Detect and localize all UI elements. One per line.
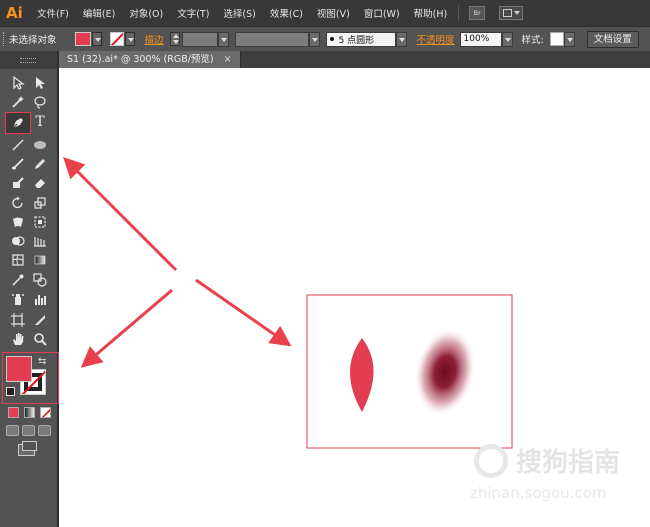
column-graph-tool-icon[interactable] (30, 290, 50, 308)
eraser-tool-icon[interactable] (30, 174, 50, 192)
menu-help[interactable]: 帮助(H) (407, 6, 455, 20)
stroke-weight-dropdown[interactable] (217, 31, 229, 47)
brush-definition-field[interactable]: 5 点圆形 (325, 31, 396, 47)
paintbrush-tool-icon[interactable] (8, 155, 28, 173)
toolbox-grip[interactable] (0, 51, 57, 69)
chevron-down-icon (514, 11, 521, 15)
hand-tool-icon[interactable] (8, 330, 28, 348)
document-setup-button[interactable]: 文档设置 (586, 30, 639, 48)
style-label: 样式: (521, 35, 544, 46)
draw-behind-icon[interactable] (22, 425, 35, 436)
app-logo: Ai (6, 4, 23, 22)
graphic-style-dropdown[interactable] (563, 31, 575, 47)
document-tab-title: S1 (32).ai* @ 300% (RGB/预览) (67, 54, 214, 65)
slice-tool-icon[interactable] (30, 311, 50, 329)
watermark-logo-icon (474, 444, 508, 478)
default-fill-stroke-icon[interactable] (6, 387, 15, 396)
blend-tool-icon[interactable] (30, 271, 50, 289)
fill-color-box[interactable] (6, 356, 32, 382)
shape-builder-tool-icon[interactable] (8, 232, 28, 250)
mesh-tool-icon[interactable] (8, 251, 28, 269)
zoom-tool-icon[interactable] (30, 330, 50, 348)
pen-tool-icon[interactable] (5, 112, 31, 134)
none-mode-icon[interactable] (40, 407, 51, 418)
brush-dropdown[interactable] (395, 31, 407, 47)
perspective-grid-tool-icon[interactable] (30, 232, 50, 250)
artboard-tool-icon[interactable] (8, 311, 28, 329)
eyedropper-tool-icon[interactable] (8, 271, 28, 289)
menubar: Ai 文件(F) 编辑(E) 对象(O) 文字(T) 选择(S) 效果(C) 视… (0, 0, 650, 26)
menu-file[interactable]: 文件(F) (30, 6, 76, 20)
blob-brush-tool-icon[interactable] (8, 174, 28, 192)
draw-normal-icon[interactable] (6, 425, 19, 436)
control-bar: 未选择对象 描边 5 点圆形 不透明度 100% 样式: 文档设置 (0, 26, 650, 51)
stroke-swatch[interactable] (109, 32, 124, 46)
fill-dropdown[interactable] (91, 32, 102, 46)
brush-value: 5 点圆形 (338, 35, 375, 46)
stroke-dropdown[interactable] (124, 32, 135, 46)
screen-mode-icon[interactable] (18, 441, 37, 456)
stroke-weight-stepper[interactable] (169, 32, 180, 46)
menu-view[interactable]: 视图(V) (310, 6, 357, 20)
menu-edit[interactable]: 编辑(E) (76, 6, 122, 20)
menubar-divider (458, 5, 460, 21)
gradient-tool-icon[interactable] (30, 251, 50, 269)
variable-width-dropdown[interactable] (308, 31, 320, 47)
menu-effect[interactable]: 效果(C) (263, 6, 310, 20)
opacity-label[interactable]: 不透明度 (417, 32, 455, 46)
toolbox: T ⇆ (0, 51, 59, 527)
magic-wand-tool-icon[interactable] (8, 93, 28, 111)
menu-object[interactable]: 对象(O) (122, 6, 170, 20)
scale-tool-icon[interactable] (30, 194, 50, 212)
graphic-style-swatch[interactable] (549, 32, 564, 46)
bridge-button[interactable]: Br (469, 6, 486, 20)
document-tab[interactable]: S1 (32).ai* @ 300% (RGB/预览) × (59, 51, 241, 68)
ellipse-tool-icon[interactable] (30, 136, 50, 154)
line-segment-tool-icon[interactable] (8, 136, 28, 154)
fill-swatch[interactable] (74, 32, 91, 46)
swap-fill-stroke-icon[interactable]: ⇆ (38, 356, 46, 367)
bridge-label: Br (473, 8, 481, 17)
pencil-tool-icon[interactable] (30, 155, 50, 173)
lasso-tool-icon[interactable] (30, 93, 50, 111)
free-transform-tool-icon[interactable] (30, 213, 50, 231)
arrange-documents-button[interactable] (499, 6, 524, 20)
variable-width-profile[interactable] (234, 31, 309, 47)
close-tab-icon[interactable]: × (224, 54, 232, 65)
selection-tool-icon[interactable] (8, 74, 28, 92)
stroke-label[interactable]: 描边 (145, 32, 164, 46)
grid-layout-icon (503, 9, 513, 17)
document-tab-bar: S1 (32).ai* @ 300% (RGB/预览) × (59, 51, 650, 68)
rotate-tool-icon[interactable] (8, 194, 28, 212)
opacity-input[interactable]: 100% (459, 31, 502, 47)
menu-select[interactable]: 选择(S) (216, 6, 262, 20)
round-brush-icon (329, 37, 334, 41)
selection-status: 未选择对象 (9, 35, 57, 46)
draw-inside-icon[interactable] (38, 425, 51, 436)
panel-grip-icon[interactable] (3, 32, 5, 46)
symbol-sprayer-tool-icon[interactable] (8, 290, 28, 308)
watermark-brand: 搜狗指南 (516, 448, 621, 478)
menu-window[interactable]: 窗口(W) (357, 6, 407, 20)
color-mode-icon[interactable] (8, 407, 19, 418)
warp-tool-icon[interactable] (8, 213, 28, 231)
menu-type[interactable]: 文字(T) (170, 6, 216, 20)
stroke-weight-input[interactable] (181, 31, 218, 47)
opacity-dropdown[interactable] (501, 31, 513, 47)
type-tool-icon[interactable]: T (30, 113, 50, 131)
direct-selection-tool-icon[interactable] (30, 74, 50, 92)
gradient-mode-icon[interactable] (24, 407, 35, 418)
watermark-url: zhinan.sogou.com (470, 484, 607, 502)
